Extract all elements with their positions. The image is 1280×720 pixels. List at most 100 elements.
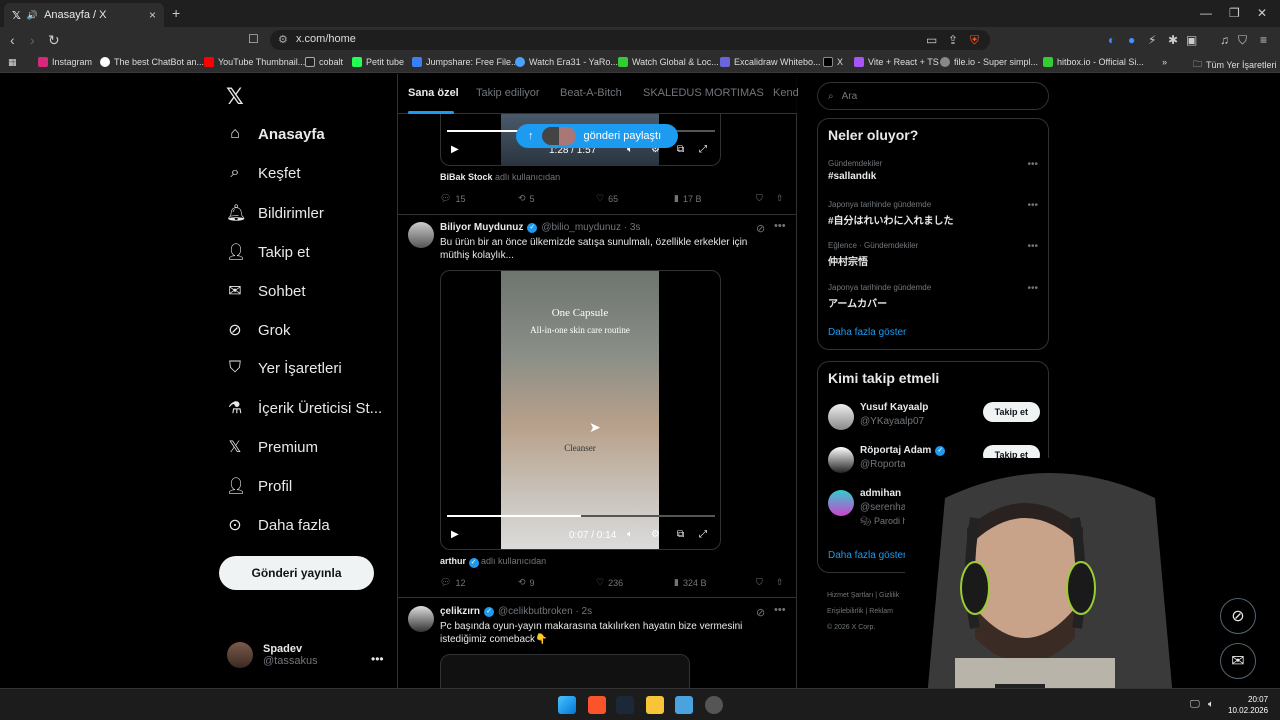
- more-dots-icon[interactable]: •••: [371, 652, 384, 666]
- fullscreen-icon[interactable]: ⤢: [699, 144, 707, 155]
- extension-1-icon[interactable]: ◐: [1108, 33, 1115, 47]
- grok-fab-icon[interactable]: ⊘: [1220, 598, 1256, 634]
- network-icon[interactable]: 🖵︎: [1190, 699, 1200, 710]
- browser-tab[interactable]: 𝕏 🔊 Anasayfa / X ×: [4, 3, 164, 27]
- menu-icon[interactable]: ≡: [1260, 33, 1267, 47]
- bookmark-item[interactable]: file.io - Super simpl...: [940, 57, 1038, 67]
- media-icon[interactable]: ♫: [1220, 33, 1229, 47]
- more-dots-icon[interactable]: •••: [1027, 159, 1038, 170]
- show-more-link[interactable]: Daha fazla göster: [828, 327, 906, 338]
- search-input[interactable]: ⌕ Ara: [817, 82, 1049, 110]
- nav-bookmarks[interactable]: ⛉ Yer İşaretleri: [226, 359, 342, 377]
- cast-icon[interactable]: ▭: [926, 33, 937, 47]
- views-button[interactable]: ▮ 17 B: [674, 193, 701, 204]
- nav-premium[interactable]: 𝕏 Premium: [226, 437, 318, 457]
- file-explorer-icon[interactable]: [646, 696, 664, 714]
- tab-for-you[interactable]: Sana özel: [408, 87, 459, 99]
- extensions-icon[interactable]: ✱: [1168, 33, 1178, 47]
- app-icon[interactable]: [675, 696, 693, 714]
- bookmark-item[interactable]: X: [823, 57, 843, 67]
- more-dots-icon[interactable]: •••: [1027, 241, 1038, 252]
- follow-suggestion[interactable]: Yusuf Kayaalp @YKayaalp07 Takip et: [828, 402, 1040, 436]
- avatar[interactable]: [408, 222, 434, 248]
- views-button[interactable]: ▮ 324 B: [674, 577, 706, 588]
- steam-icon[interactable]: [616, 696, 634, 714]
- extension-2-icon[interactable]: ●: [1128, 33, 1135, 47]
- start-icon[interactable]: [558, 696, 576, 714]
- grok-icon[interactable]: ⊘: [756, 606, 765, 619]
- bookmark-item[interactable]: Watch Global & Loc...: [618, 57, 719, 67]
- minimize-button[interactable]: —: [1200, 6, 1212, 20]
- new-posts-pill[interactable]: ↑ gönderi paylaştı: [516, 124, 678, 148]
- fullscreen-icon[interactable]: ⤢: [699, 529, 707, 540]
- bookmark-item[interactable]: hitbox.io - Official Si...: [1043, 57, 1144, 67]
- volume-icon[interactable]: 🔈︎: [627, 529, 633, 540]
- url-bar[interactable]: ⚙ x.com/home: [270, 30, 990, 50]
- nav-notifications[interactable]: 🔔︎ Bildirimler: [226, 203, 324, 223]
- all-bookmarks[interactable]: 🗀 Tüm Yer İşaretleri: [1193, 57, 1277, 73]
- like-button[interactable]: ♡ 236: [596, 577, 623, 588]
- share-icon[interactable]: ⇪: [948, 33, 958, 47]
- play-icon[interactable]: ▶: [451, 529, 459, 540]
- tweet-author[interactable]: Biliyor Muydunuz ✓ @bilio_muydunuz · 3s: [440, 222, 640, 233]
- back-button[interactable]: ‹: [10, 32, 15, 48]
- tab-list[interactable]: SKALEDUS MORTIMAS: [643, 87, 764, 99]
- retweet-button[interactable]: ⟲ 5: [518, 193, 535, 204]
- settings-icon[interactable]: ⚙: [651, 529, 660, 540]
- post-button[interactable]: Gönderi yayınla: [219, 556, 374, 590]
- sidebar-toggle-icon[interactable]: ▣: [1186, 33, 1197, 47]
- more-bookmarks-icon[interactable]: »: [1162, 57, 1167, 67]
- bookmark-item[interactable]: Petit tube: [352, 57, 404, 67]
- bookmark-item[interactable]: Watch Era31 - YaRo...: [515, 57, 618, 67]
- tab-list[interactable]: Beat-A-Bitch: [560, 87, 622, 99]
- reload-button[interactable]: ↻: [48, 32, 60, 49]
- site-settings-icon[interactable]: ⚙: [278, 33, 288, 46]
- trend-item[interactable]: Japonya tarihinde gündemde #自分はれいわに入れました •…: [828, 200, 1038, 227]
- trend-item[interactable]: Gündemdekiler #sallandık •••: [828, 159, 1038, 182]
- trend-item[interactable]: Eğlence · Gündemdekiler 仲村宗悟 •••: [828, 241, 1038, 268]
- video-player[interactable]: One Capsule All-in-one skin care routine…: [440, 270, 721, 550]
- account-switcher[interactable]: Spadev @tassakus: [227, 642, 318, 668]
- avatar[interactable]: [408, 606, 434, 632]
- apps-icon[interactable]: ▦: [8, 57, 17, 68]
- messages-fab-icon[interactable]: ✉: [1220, 643, 1256, 679]
- trend-item[interactable]: Japonya tarihinde gündemde アームカバー •••: [828, 283, 1038, 310]
- media-preview[interactable]: [440, 654, 690, 688]
- new-tab-button[interactable]: +: [172, 5, 180, 21]
- pip-icon[interactable]: ⧉: [677, 144, 684, 155]
- nav-explore[interactable]: ⌕ Keşfet: [226, 164, 301, 182]
- more-dots-icon[interactable]: •••: [1027, 200, 1038, 211]
- close-window-button[interactable]: ✕: [1257, 6, 1267, 20]
- bookmark-item[interactable]: Excalidraw Whitebo...: [720, 57, 821, 67]
- pip-icon[interactable]: ⧉: [677, 529, 684, 540]
- volume-icon[interactable]: 🔈︎: [1208, 699, 1214, 710]
- bookmark-item[interactable]: YouTube Thumbnail...: [204, 57, 305, 67]
- brave-icon[interactable]: [588, 696, 606, 714]
- bookmark-item[interactable]: Jumpshare: Free File...: [412, 57, 519, 67]
- nav-grok[interactable]: ⊘ Grok: [226, 320, 290, 340]
- more-dots-icon[interactable]: •••: [774, 604, 786, 616]
- follow-button[interactable]: Takip et: [982, 402, 1040, 422]
- tab-following[interactable]: Takip ediliyor: [476, 87, 540, 99]
- more-dots-icon[interactable]: •••: [774, 220, 786, 232]
- share-button[interactable]: ⇧: [776, 577, 784, 588]
- extension-3-icon[interactable]: ⚡: [1148, 33, 1156, 47]
- bookmark-button[interactable]: ⛉: [756, 193, 763, 204]
- more-dots-icon[interactable]: •••: [1027, 283, 1038, 294]
- app-icon[interactable]: [705, 696, 723, 714]
- retweet-button[interactable]: ⟲ 9: [518, 577, 535, 588]
- show-more-link[interactable]: Daha fazla göster: [828, 550, 906, 561]
- nav-profile[interactable]: 👤︎ Profil: [226, 476, 292, 496]
- tab-list[interactable]: Kend: [773, 87, 799, 99]
- clock[interactable]: 20:07 10.02.2026: [1228, 694, 1268, 716]
- forward-button[interactable]: ›: [30, 32, 35, 48]
- restore-button[interactable]: ❐: [1229, 6, 1240, 20]
- bookmark-page-icon[interactable]: ☐: [248, 32, 259, 46]
- share-button[interactable]: ⇧: [776, 193, 784, 204]
- video-progress[interactable]: [447, 515, 715, 517]
- bookmark-item[interactable]: Instagram: [38, 57, 92, 67]
- brave-shield-icon[interactable]: ⛨: [970, 33, 979, 48]
- x-logo-icon[interactable]: 𝕏: [226, 84, 244, 110]
- nav-follow[interactable]: 👤︎ Takip et: [226, 242, 310, 262]
- bookmark-item[interactable]: The best ChatBot an...: [100, 57, 204, 67]
